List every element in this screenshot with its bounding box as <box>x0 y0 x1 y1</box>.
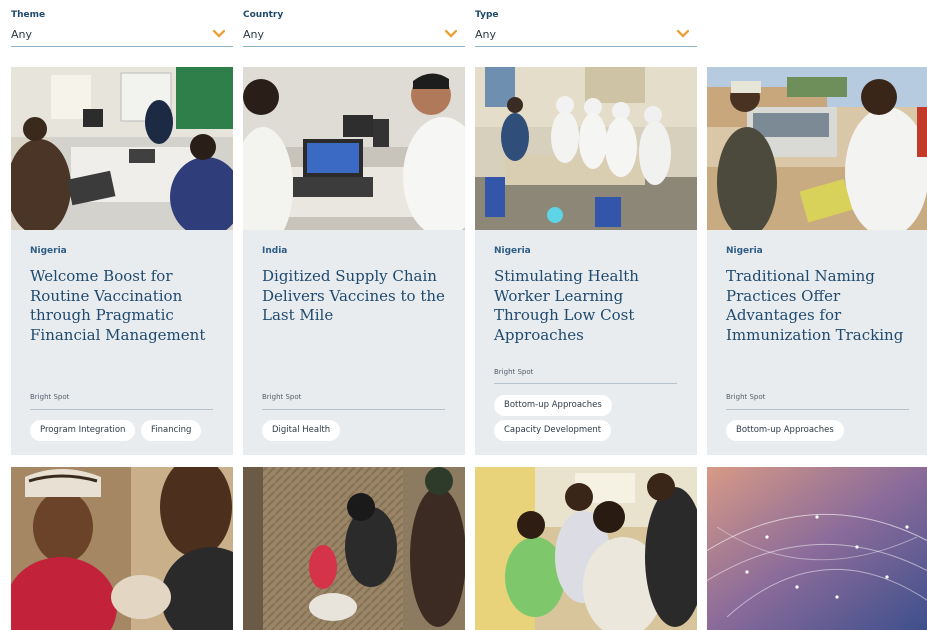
mother-child-photo <box>11 467 233 630</box>
card-type: Bright Spot <box>30 393 70 401</box>
vaccination-street-photo <box>243 467 465 630</box>
classroom-nurses-photo <box>475 67 697 230</box>
type-filter-value: Any <box>475 28 497 41</box>
card-divider <box>30 409 213 410</box>
card-country: Nigeria <box>494 246 531 256</box>
card-divider <box>494 383 677 384</box>
filter-bar: Theme Any Country Any Type Any <box>11 8 701 48</box>
tag-capacity-development[interactable]: Capacity Development <box>494 420 612 441</box>
tag-bottom-up-approaches[interactable]: Bottom-up Approaches <box>726 420 844 441</box>
card-title[interactable]: Digitized Supply Chain Delivers Vaccines… <box>262 267 452 326</box>
card-image[interactable] <box>475 467 697 630</box>
country-filter-label: Country <box>243 10 284 20</box>
card-image[interactable] <box>11 467 233 630</box>
country-filter[interactable]: Country Any <box>243 8 465 47</box>
story-card[interactable]: India Digitized Supply Chain Delivers Va… <box>243 67 465 455</box>
theme-filter-label: Theme <box>11 10 46 20</box>
chevron-down-icon <box>677 30 689 38</box>
card-image[interactable] <box>707 67 927 230</box>
card-divider <box>726 409 909 410</box>
tag-financing[interactable]: Financing <box>141 420 202 441</box>
theme-filter-value: Any <box>11 28 33 41</box>
card-type: Bright Spot <box>726 393 766 401</box>
card-country: India <box>262 246 288 256</box>
office-laptop-photo <box>243 67 465 230</box>
tag-program-integration[interactable]: Program Integration <box>30 420 136 441</box>
card-country: Nigeria <box>726 246 763 256</box>
story-card[interactable]: Nigeria Stimulating Health Worker Learni… <box>475 67 697 455</box>
card-image[interactable] <box>707 467 927 630</box>
type-filter[interactable]: Type Any <box>475 8 697 47</box>
country-filter-value: Any <box>243 28 265 41</box>
card-divider <box>262 409 445 410</box>
story-card[interactable]: Nigeria Welcome Boost for Routine Vaccin… <box>11 67 233 455</box>
card-image[interactable] <box>11 67 233 230</box>
type-filter-label: Type <box>475 10 499 20</box>
chevron-down-icon <box>445 30 457 38</box>
card-country: Nigeria <box>30 246 67 256</box>
card-type: Bright Spot <box>494 368 534 376</box>
tag-bottom-up-approaches[interactable]: Bottom-up Approaches <box>494 395 612 416</box>
tag-digital-health[interactable]: Digital Health <box>262 420 341 441</box>
card-type: Bright Spot <box>262 393 302 401</box>
card-image[interactable] <box>475 67 697 230</box>
health-workers-photo <box>475 467 697 630</box>
meeting-room-photo <box>11 67 233 230</box>
village-document-photo <box>707 67 927 230</box>
global-network-photo <box>707 467 927 630</box>
chevron-down-icon <box>213 30 225 38</box>
story-card[interactable]: Nigeria Traditional Naming Practices Off… <box>707 67 927 455</box>
card-title[interactable]: Traditional Naming Practices Offer Advan… <box>726 267 916 345</box>
card-title[interactable]: Stimulating Health Worker Learning Throu… <box>494 267 684 345</box>
card-image[interactable] <box>243 67 465 230</box>
theme-filter[interactable]: Theme Any <box>11 8 233 47</box>
card-title[interactable]: Welcome Boost for Routine Vaccination th… <box>30 267 220 345</box>
card-image[interactable] <box>243 467 465 630</box>
